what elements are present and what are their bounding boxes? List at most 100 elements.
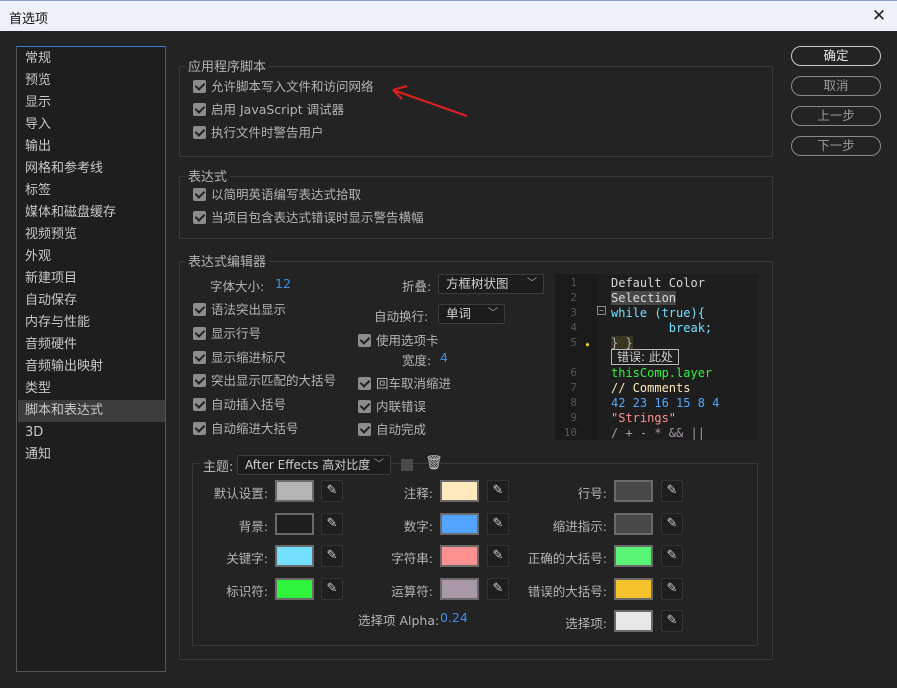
color-label: 错误的大括号:: [527, 583, 607, 599]
sidebar-item[interactable]: 网格和参考线: [18, 158, 165, 180]
sidebar-item[interactable]: 外观: [18, 246, 165, 268]
checkbox-check-icon: [193, 326, 206, 340]
color-swatch[interactable]: [275, 480, 314, 502]
checkbox-option[interactable]: 自动完成: [358, 420, 426, 440]
color-label: 背景:: [238, 518, 268, 534]
code-preview: 1 Default Color 2 Selection 3 while (true){4 …: [555, 274, 758, 440]
color-swatch[interactable]: [440, 512, 479, 535]
checkbox-option[interactable]: 执行文件时警告用户: [193, 123, 324, 143]
theme-select[interactable]: After Effects 高对比度 ﹀: [237, 455, 391, 475]
eyedropper-icon[interactable]: ✎: [487, 577, 509, 600]
sidebar-item[interactable]: 输出: [18, 136, 165, 158]
sidebar-item[interactable]: 导入: [18, 114, 165, 136]
checkbox-label: 启用 JavaScript 调试器: [211, 102, 345, 117]
color-swatch[interactable]: [440, 577, 479, 600]
checkbox-option[interactable]: 显示缩进标尺: [193, 348, 286, 368]
previous-button[interactable]: 上一步: [791, 106, 881, 126]
line-number: 4: [570, 321, 577, 334]
checkbox-check-icon: [193, 374, 206, 388]
word-wrap-value: 单词: [446, 306, 472, 321]
color-swatch[interactable]: [614, 610, 653, 632]
sidebar-item[interactable]: 音频输出映射: [18, 356, 165, 378]
sidebar-item[interactable]: 类型: [18, 378, 165, 400]
color-swatch[interactable]: [614, 577, 653, 600]
sidebar-item[interactable]: 常规: [18, 48, 165, 70]
close-icon[interactable]: ✕: [869, 6, 889, 26]
color-label: 行号:: [577, 486, 607, 501]
line-number: 9: [570, 411, 577, 424]
checkbox-option[interactable]: 启用 JavaScript 调试器: [193, 100, 344, 120]
save-theme-icon[interactable]: [401, 459, 413, 471]
sidebar-item[interactable]: 3D: [18, 422, 165, 444]
fold-icon[interactable]: −: [597, 306, 606, 315]
tab-width-value[interactable]: 4: [440, 350, 448, 365]
color-swatch[interactable]: [614, 545, 653, 567]
eyedropper-icon[interactable]: ✎: [487, 545, 509, 567]
color-swatch[interactable]: [440, 480, 479, 502]
expressions-title: 表达式: [185, 166, 231, 185]
fold-select[interactable]: 方框树状图 ﹀: [438, 274, 544, 294]
eyedropper-icon[interactable]: ✎: [487, 480, 509, 502]
checkbox-check-icon: [193, 103, 206, 116]
sidebar-item[interactable]: 显示: [18, 92, 165, 114]
word-wrap-select[interactable]: 单词 ﹀: [438, 304, 505, 324]
sidebar-item[interactable]: 预览: [18, 70, 165, 92]
sidebar-item[interactable]: 新建项目: [18, 268, 165, 290]
checkbox-check-icon: [193, 126, 206, 139]
eyedropper-icon[interactable]: ✎: [661, 545, 683, 567]
sidebar-item[interactable]: 内存与性能: [18, 312, 165, 334]
selection-alpha-value[interactable]: 0.24: [440, 610, 468, 625]
checkbox-use-tabs[interactable]: 使用选项卡: [358, 331, 439, 351]
color-swatch[interactable]: [275, 512, 314, 535]
checkbox-option[interactable]: 自动插入括号: [193, 395, 286, 415]
checkbox-option[interactable]: 内联错误: [358, 397, 426, 417]
font-size-value[interactable]: 12: [275, 276, 291, 291]
eyedropper-icon[interactable]: ✎: [661, 480, 683, 502]
checkbox-check-icon: [193, 398, 206, 412]
sidebar-item[interactable]: 媒体和磁盘缓存: [18, 202, 165, 224]
line-number: 8: [570, 396, 577, 409]
eyedropper-icon[interactable]: ✎: [661, 610, 683, 632]
checkbox-option[interactable]: 突出显示匹配的大括号: [193, 371, 336, 391]
checkbox-option[interactable]: 语法突出显示: [193, 300, 286, 320]
color-label: 运算符:: [391, 583, 433, 599]
line-number: 7: [570, 381, 577, 394]
trash-icon[interactable]: 🗑: [425, 455, 443, 471]
chevron-down-icon: ﹀: [527, 278, 537, 289]
color-swatch[interactable]: [440, 545, 479, 567]
next-button[interactable]: 下一步: [791, 136, 881, 156]
checkbox-option[interactable]: 自动缩进大括号: [193, 419, 299, 439]
eyedropper-icon[interactable]: ✎: [661, 577, 683, 600]
checkbox-option[interactable]: 以简明英语编写表达式拾取: [193, 185, 361, 205]
code-line: thisComp.layer: [611, 366, 713, 380]
checkbox-option[interactable]: 允许脚本写入文件和访问网络: [193, 77, 374, 97]
cancel-button[interactable]: 取消: [791, 76, 881, 96]
checkbox-option[interactable]: 显示行号: [193, 324, 261, 344]
eyedropper-icon[interactable]: ✎: [661, 512, 683, 535]
sidebar-item[interactable]: 音频硬件: [18, 334, 165, 356]
color-swatch[interactable]: [275, 545, 314, 567]
sidebar-item[interactable]: 标签: [18, 180, 165, 202]
sidebar-item[interactable]: 视频预览: [18, 224, 165, 246]
sidebar-item[interactable]: 自动保存: [18, 290, 165, 312]
checkbox-label: 以简明英语编写表达式拾取: [211, 187, 362, 202]
eyedropper-icon[interactable]: ✎: [321, 545, 343, 567]
checkbox-option[interactable]: 回车取消缩进: [358, 374, 451, 394]
eyedropper-icon[interactable]: ✎: [321, 577, 343, 600]
color-swatch[interactable]: [614, 480, 653, 502]
expression-editor-title: 表达式编辑器: [185, 251, 270, 270]
checkbox-label: 显示行号: [211, 325, 262, 341]
color-swatch[interactable]: [275, 577, 314, 600]
word-wrap-label: 自动换行:: [374, 309, 429, 324]
ok-button[interactable]: 确定: [791, 46, 881, 66]
eyedropper-icon[interactable]: ✎: [321, 480, 343, 502]
checkbox-option[interactable]: 当项目包含表达式错误时显示警告横幅: [193, 208, 424, 228]
font-size-label: 字体大小:: [210, 279, 265, 294]
color-swatch[interactable]: [614, 512, 653, 535]
eyedropper-icon[interactable]: ✎: [487, 512, 509, 535]
code-line: "Strings": [611, 411, 677, 425]
eyedropper-icon[interactable]: ✎: [321, 512, 343, 535]
sidebar-item[interactable]: 通知: [18, 444, 165, 466]
checkbox-label: 突出显示匹配的大括号: [211, 373, 337, 389]
sidebar-item[interactable]: 脚本和表达式: [18, 400, 165, 422]
